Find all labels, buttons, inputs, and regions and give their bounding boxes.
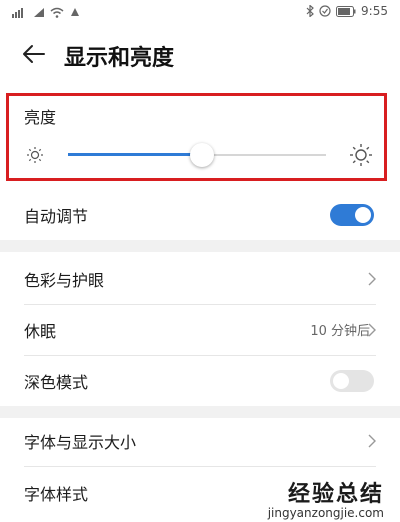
- sim-signal-icon: [12, 7, 23, 18]
- color-eye-comfort-row[interactable]: 色彩与护眼: [0, 254, 400, 304]
- toggle-knob: [355, 207, 371, 223]
- brightness-label: 亮度: [24, 108, 57, 127]
- chevron-right-icon: [368, 434, 376, 448]
- font-display-size-label: 字体与显示大小: [24, 433, 137, 452]
- status-bar: 9:55: [0, 0, 400, 24]
- arrow-left-icon[interactable]: [20, 40, 48, 68]
- font-style-label: 字体样式: [24, 485, 89, 504]
- auto-adjust-label: 自动调节: [24, 207, 89, 226]
- watermark-main: 经验总结: [287, 482, 384, 507]
- signal-icon: [34, 7, 44, 17]
- section-divider: [0, 240, 400, 252]
- sleep-label: 休眠: [24, 322, 57, 341]
- color-eye-comfort-label: 色彩与护眼: [24, 271, 105, 290]
- brightness-slider[interactable]: [68, 143, 326, 167]
- title-bar: 显示和亮度: [0, 26, 400, 82]
- chevron-right-icon: [368, 272, 376, 286]
- sleep-value: 10 分钟后: [310, 324, 370, 339]
- font-display-size-row[interactable]: 字体与显示大小: [0, 416, 400, 466]
- status-time: 9:55: [361, 4, 388, 18]
- vibrate-icon: [319, 5, 331, 17]
- status-left-icons: [12, 6, 81, 18]
- sleep-row[interactable]: 休眠 10 分钟后: [0, 305, 400, 355]
- dark-mode-label: 深色模式: [24, 373, 89, 392]
- page-title: 显示和亮度: [64, 46, 175, 71]
- slider-thumb[interactable]: [190, 143, 215, 167]
- bluetooth-icon: [306, 5, 314, 17]
- status-right-icons: 9:55: [306, 4, 388, 18]
- watermark: 经验总结 jingyanzongjie.com: [268, 476, 384, 520]
- brightness-highlight-box: [6, 93, 387, 181]
- row-separator: [24, 466, 376, 467]
- auto-adjust-row[interactable]: 自动调节: [0, 190, 400, 240]
- auto-adjust-toggle[interactable]: [330, 204, 374, 226]
- dark-mode-row[interactable]: 深色模式: [0, 356, 400, 406]
- battery-icon: [336, 5, 356, 17]
- dark-mode-toggle[interactable]: [330, 370, 374, 392]
- brightness-low-icon: [27, 147, 43, 163]
- chevron-right-icon: [368, 323, 376, 337]
- toggle-knob: [333, 373, 349, 389]
- slider-fill: [68, 153, 203, 156]
- notification-icon: [71, 8, 79, 16]
- wifi-icon: [50, 7, 64, 18]
- brightness-high-icon: [350, 144, 372, 166]
- watermark-url: jingyanzongjie.com: [267, 506, 384, 520]
